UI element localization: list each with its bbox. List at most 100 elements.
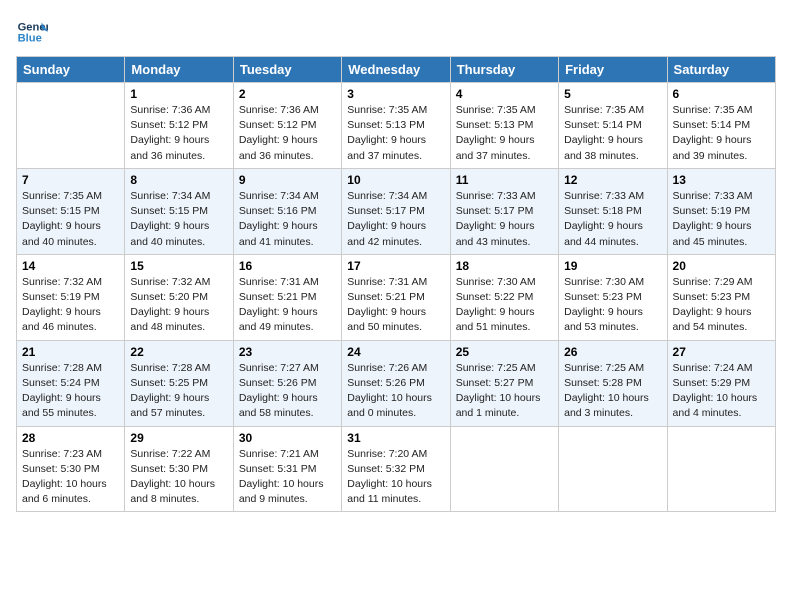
day-info: Sunrise: 7:24 AMSunset: 5:29 PMDaylight:… [673,361,770,422]
day-number: 14 [22,259,119,273]
page-header: General Blue [16,16,776,48]
calendar-cell: 14 Sunrise: 7:32 AMSunset: 5:19 PMDayligh… [17,254,125,340]
day-info: Sunrise: 7:35 AMSunset: 5:13 PMDaylight:… [456,103,553,164]
day-number: 17 [347,259,444,273]
day-info: Sunrise: 7:34 AMSunset: 5:15 PMDaylight:… [130,189,227,250]
day-number: 30 [239,431,336,445]
day-number: 11 [456,173,553,187]
day-number: 19 [564,259,661,273]
day-info: Sunrise: 7:20 AMSunset: 5:32 PMDaylight:… [347,447,444,508]
calendar-table: SundayMondayTuesdayWednesdayThursdayFrid… [16,56,776,512]
day-info: Sunrise: 7:33 AMSunset: 5:18 PMDaylight:… [564,189,661,250]
calendar-week-row: 28 Sunrise: 7:23 AMSunset: 5:30 PMDayligh… [17,426,776,512]
calendar-cell: 17 Sunrise: 7:31 AMSunset: 5:21 PMDayligh… [342,254,450,340]
day-number: 26 [564,345,661,359]
calendar-cell: 25 Sunrise: 7:25 AMSunset: 5:27 PMDayligh… [450,340,558,426]
day-info: Sunrise: 7:31 AMSunset: 5:21 PMDaylight:… [347,275,444,336]
day-info: Sunrise: 7:22 AMSunset: 5:30 PMDaylight:… [130,447,227,508]
day-info: Sunrise: 7:30 AMSunset: 5:22 PMDaylight:… [456,275,553,336]
day-info: Sunrise: 7:32 AMSunset: 5:19 PMDaylight:… [22,275,119,336]
calendar-cell: 30Sunrise: 7:21 AMSunset: 5:31 PMDayligh… [233,426,341,512]
calendar-cell: 20Sunrise: 7:29 AMSunset: 5:23 PMDayligh… [667,254,775,340]
calendar-cell: 18 Sunrise: 7:30 AMSunset: 5:22 PMDayligh… [450,254,558,340]
calendar-cell: 8Sunrise: 7:34 AMSunset: 5:15 PMDaylight… [125,168,233,254]
svg-text:Blue: Blue [18,33,42,45]
day-info: Sunrise: 7:28 AMSunset: 5:24 PMDaylight:… [22,361,119,422]
calendar-cell: 5Sunrise: 7:35 AMSunset: 5:14 PMDaylight… [559,83,667,169]
calendar-cell: 27 Sunrise: 7:24 AMSunset: 5:29 PMDayligh… [667,340,775,426]
calendar-cell: 13 Sunrise: 7:33 AMSunset: 5:19 PMDayligh… [667,168,775,254]
day-info: Sunrise: 7:29 AMSunset: 5:23 PMDaylight:… [673,275,770,336]
day-number: 15 [130,259,227,273]
day-info: Sunrise: 7:36 AMSunset: 5:12 PMDaylight:… [239,103,336,164]
day-number: 3 [347,87,444,101]
calendar-cell: 23Sunrise: 7:27 AMSunset: 5:26 PMDayligh… [233,340,341,426]
day-info: Sunrise: 7:28 AMSunset: 5:25 PMDaylight:… [130,361,227,422]
day-number: 4 [456,87,553,101]
weekday-header: Monday [125,57,233,83]
calendar-cell: 29 Sunrise: 7:22 AMSunset: 5:30 PMDayligh… [125,426,233,512]
calendar-cell: 3Sunrise: 7:35 AMSunset: 5:13 PMDaylight… [342,83,450,169]
day-info: Sunrise: 7:36 AMSunset: 5:12 PMDaylight:… [130,103,227,164]
day-number: 18 [456,259,553,273]
calendar-cell: 15 Sunrise: 7:32 AMSunset: 5:20 PMDayligh… [125,254,233,340]
calendar-cell: 10Sunrise: 7:34 AMSunset: 5:17 PMDayligh… [342,168,450,254]
calendar-cell: 7 Sunrise: 7:35 AMSunset: 5:15 PMDaylight… [17,168,125,254]
calendar-cell: 28 Sunrise: 7:23 AMSunset: 5:30 PMDayligh… [17,426,125,512]
day-info: Sunrise: 7:25 AMSunset: 5:28 PMDaylight:… [564,361,661,422]
day-info: Sunrise: 7:25 AMSunset: 5:27 PMDaylight:… [456,361,553,422]
calendar-cell [559,426,667,512]
day-info: Sunrise: 7:33 AMSunset: 5:17 PMDaylight:… [456,189,553,250]
calendar-cell: 22 Sunrise: 7:28 AMSunset: 5:25 PMDayligh… [125,340,233,426]
day-info: Sunrise: 7:26 AMSunset: 5:26 PMDaylight:… [347,361,444,422]
calendar-cell [17,83,125,169]
calendar-cell: 21 Sunrise: 7:28 AMSunset: 5:24 PMDayligh… [17,340,125,426]
calendar-cell: 19Sunrise: 7:30 AMSunset: 5:23 PMDayligh… [559,254,667,340]
day-number: 13 [673,173,770,187]
day-info: Sunrise: 7:23 AMSunset: 5:30 PMDaylight:… [22,447,119,508]
day-number: 25 [456,345,553,359]
day-info: Sunrise: 7:33 AMSunset: 5:19 PMDaylight:… [673,189,770,250]
day-number: 27 [673,345,770,359]
weekday-header: Saturday [667,57,775,83]
day-number: 1 [130,87,227,101]
calendar-week-row: 1 Sunrise: 7:36 AMSunset: 5:12 PMDaylight… [17,83,776,169]
day-number: 24 [347,345,444,359]
weekday-header: Wednesday [342,57,450,83]
day-number: 6 [673,87,770,101]
day-number: 7 [22,173,119,187]
day-number: 23 [239,345,336,359]
calendar-cell: 12 Sunrise: 7:33 AMSunset: 5:18 PMDayligh… [559,168,667,254]
day-info: Sunrise: 7:34 AMSunset: 5:16 PMDaylight:… [239,189,336,250]
day-number: 29 [130,431,227,445]
day-number: 9 [239,173,336,187]
day-info: Sunrise: 7:35 AMSunset: 5:15 PMDaylight:… [22,189,119,250]
day-number: 12 [564,173,661,187]
day-number: 21 [22,345,119,359]
day-number: 28 [22,431,119,445]
weekday-header: Sunday [17,57,125,83]
calendar-cell: 2Sunrise: 7:36 AMSunset: 5:12 PMDaylight… [233,83,341,169]
calendar-cell: 1 Sunrise: 7:36 AMSunset: 5:12 PMDaylight… [125,83,233,169]
calendar-cell [667,426,775,512]
calendar-cell: 11 Sunrise: 7:33 AMSunset: 5:17 PMDayligh… [450,168,558,254]
weekday-header: Thursday [450,57,558,83]
day-number: 31 [347,431,444,445]
day-info: Sunrise: 7:32 AMSunset: 5:20 PMDaylight:… [130,275,227,336]
day-number: 22 [130,345,227,359]
calendar-cell: 24 Sunrise: 7:26 AMSunset: 5:26 PMDayligh… [342,340,450,426]
calendar-cell: 26 Sunrise: 7:25 AMSunset: 5:28 PMDayligh… [559,340,667,426]
day-number: 16 [239,259,336,273]
weekday-header: Tuesday [233,57,341,83]
calendar-cell [450,426,558,512]
calendar-cell: 9 Sunrise: 7:34 AMSunset: 5:16 PMDaylight… [233,168,341,254]
weekday-header-row: SundayMondayTuesdayWednesdayThursdayFrid… [17,57,776,83]
calendar-week-row: 7 Sunrise: 7:35 AMSunset: 5:15 PMDaylight… [17,168,776,254]
calendar-week-row: 14 Sunrise: 7:32 AMSunset: 5:19 PMDayligh… [17,254,776,340]
calendar-cell: 4 Sunrise: 7:35 AMSunset: 5:13 PMDaylight… [450,83,558,169]
day-info: Sunrise: 7:34 AMSunset: 5:17 PMDaylight:… [347,189,444,250]
logo: General Blue [16,16,48,48]
calendar-cell: 16Sunrise: 7:31 AMSunset: 5:21 PMDayligh… [233,254,341,340]
day-info: Sunrise: 7:35 AMSunset: 5:14 PMDaylight:… [673,103,770,164]
calendar-cell: 6 Sunrise: 7:35 AMSunset: 5:14 PMDaylight… [667,83,775,169]
